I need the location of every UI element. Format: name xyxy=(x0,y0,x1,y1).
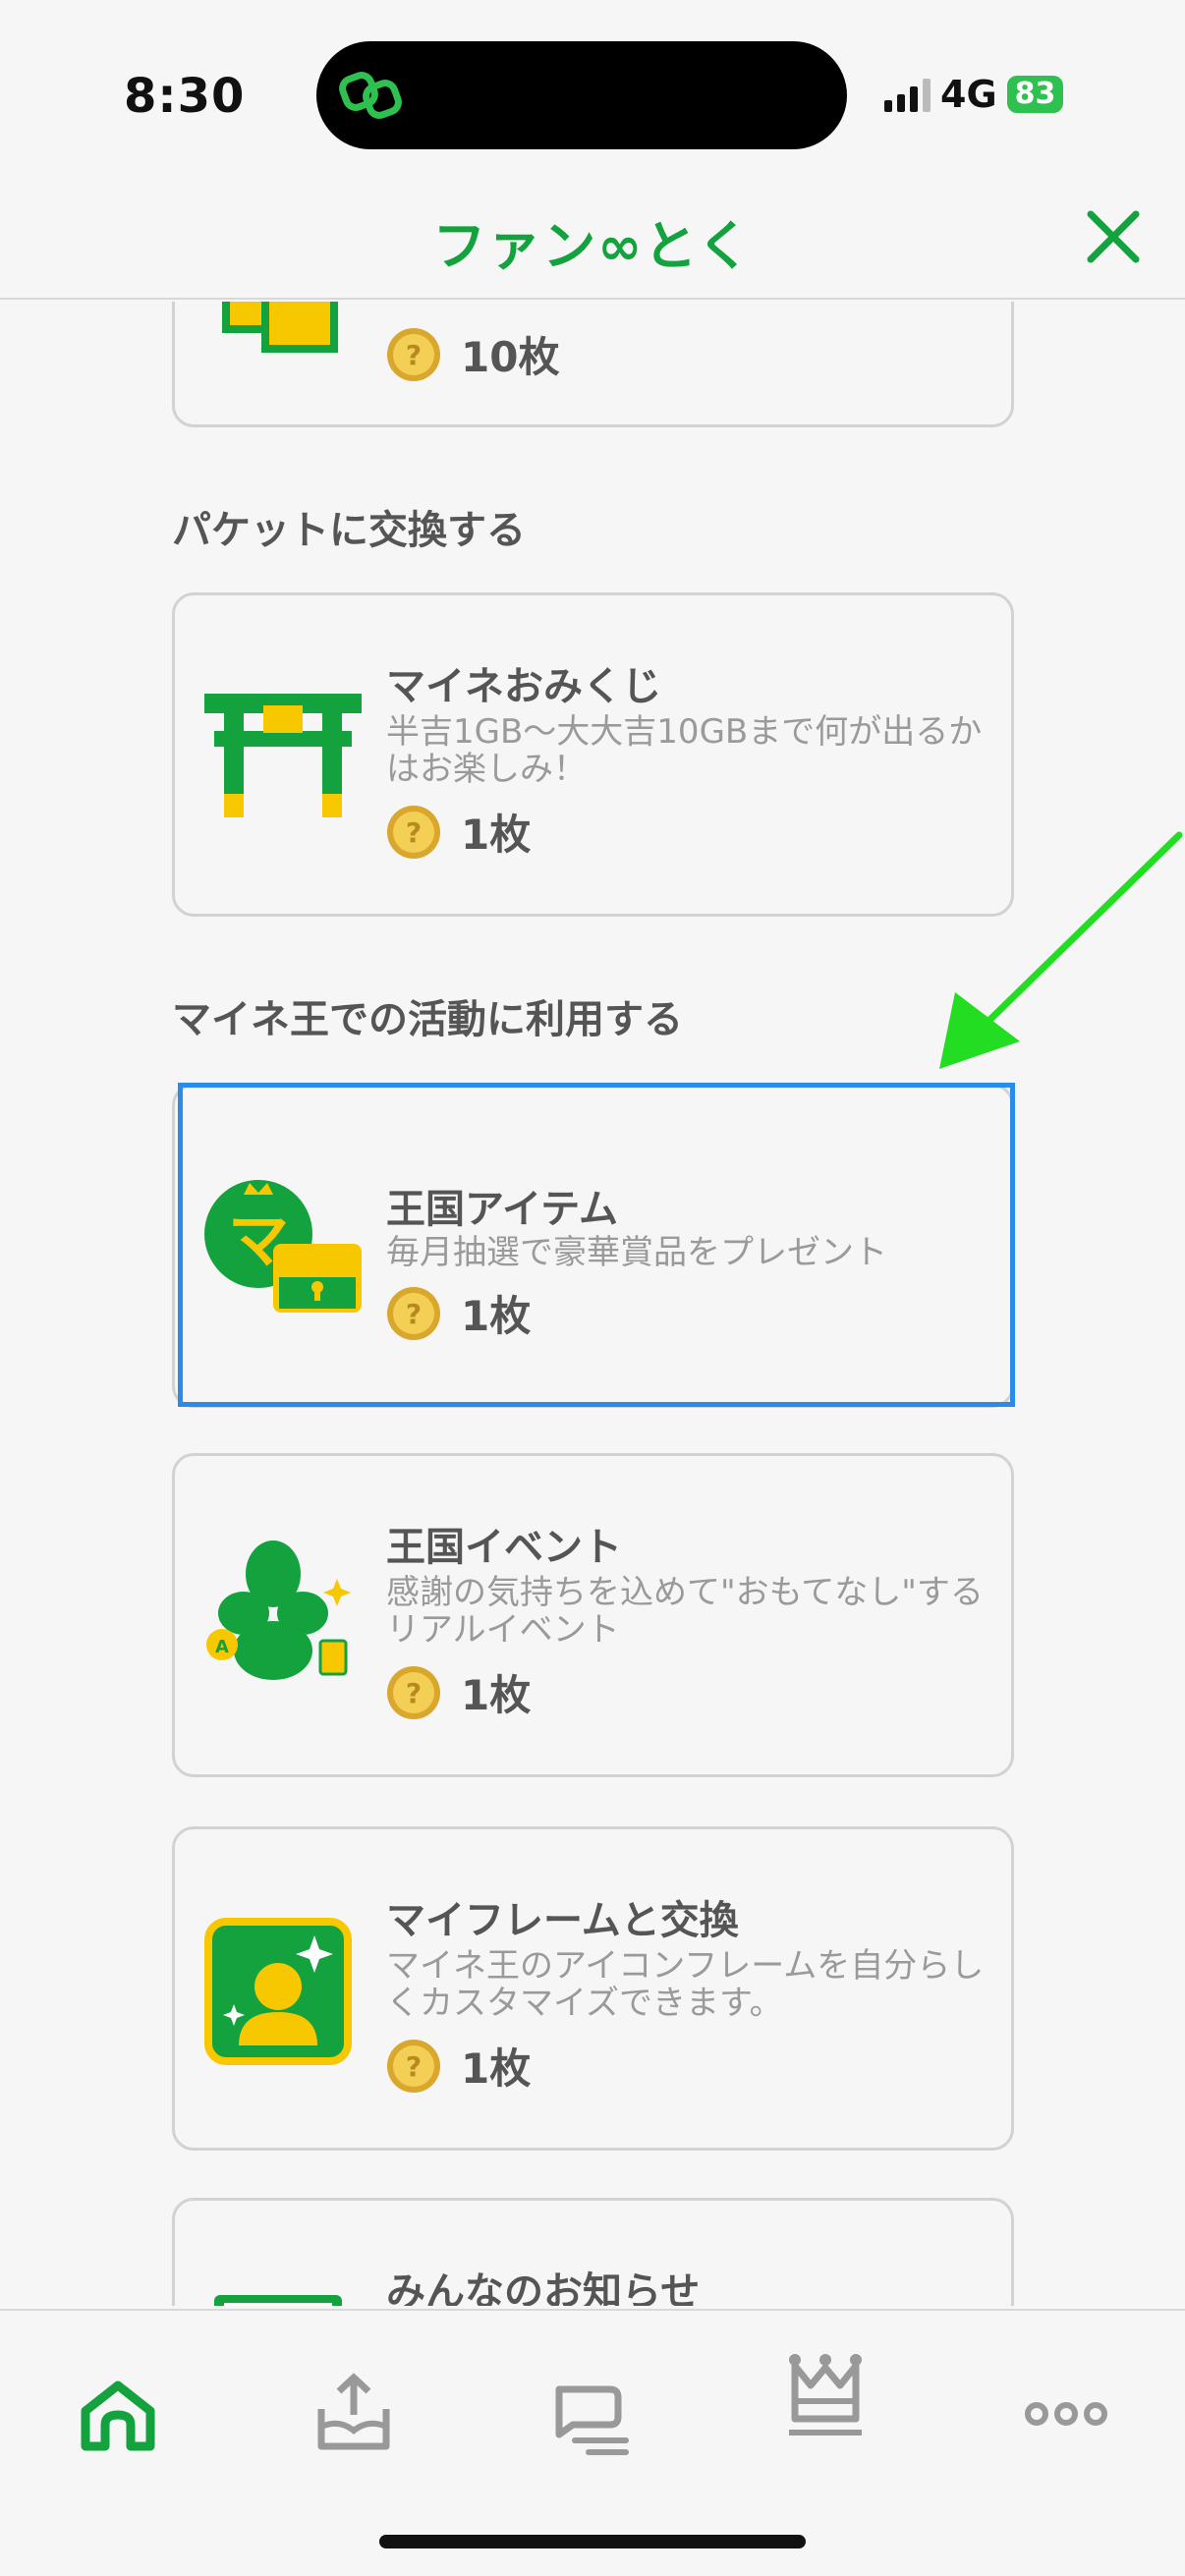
coin-icon: ? xyxy=(387,1665,440,1719)
network-label: 4G xyxy=(940,73,997,116)
coin-count: 10枚 xyxy=(461,333,560,381)
home-indicator xyxy=(379,2535,806,2548)
link-icon xyxy=(339,72,402,119)
status-time: 8:30 xyxy=(124,69,246,124)
svg-text:?: ? xyxy=(406,339,422,371)
card-title: マイフレームと交換 xyxy=(386,1898,739,1943)
card-my-frame[interactable]: マイフレームと交換 マイネ王のアイコンフレームを自分らしくカスタマイズできます。… xyxy=(172,1826,1014,2151)
status-bar: 8:30 4G 83 xyxy=(0,0,1185,177)
crown-icon[interactable] xyxy=(781,2350,870,2438)
news-board-icon xyxy=(214,2295,342,2306)
card-desc: 感謝の気持ちを込めて"おもてなし"するリアルイベント xyxy=(386,1573,984,1650)
more-icon[interactable] xyxy=(1022,2370,1110,2458)
svg-text:?: ? xyxy=(406,2050,422,2083)
card-news[interactable]: みんなのお知らせ xyxy=(172,2198,1014,2306)
card-title: みんなのお知らせ xyxy=(386,2269,701,2306)
section-title-packet: パケットに交換する xyxy=(172,508,526,553)
coin-row: ? 10枚 xyxy=(386,324,559,384)
card-title: 王国イベント xyxy=(386,1525,622,1570)
inbox-upload-icon[interactable] xyxy=(310,2370,398,2458)
coin-count: 1枚 xyxy=(461,2044,532,2093)
svg-text:A: A xyxy=(215,1637,229,1657)
status-indicators: 4G 83 xyxy=(884,73,1064,116)
coin-icon: ? xyxy=(387,2039,440,2093)
battery-badge: 83 xyxy=(1006,76,1064,113)
coin-count: 1枚 xyxy=(461,811,532,859)
section-title-activity: マイネ王での活動に利用する xyxy=(172,997,683,1042)
svg-text:?: ? xyxy=(406,816,422,849)
torii-gate-icon xyxy=(204,694,362,817)
dynamic-island xyxy=(316,41,847,149)
home-icon[interactable] xyxy=(74,2370,162,2458)
arrow-pointer-icon xyxy=(939,831,1183,1069)
card-desc: 半吉1GB〜大大吉10GBまで何が出るかはお楽しみ！ xyxy=(386,712,983,789)
header: ファン∞とく xyxy=(0,177,1185,300)
selection-highlight xyxy=(178,1083,1015,1407)
card-title: マイネおみくじ xyxy=(386,664,661,709)
coin-icon: ? xyxy=(387,327,440,381)
coin-row: ? 1枚 xyxy=(386,802,531,862)
coin-count: 1枚 xyxy=(461,1671,532,1719)
card-kingdom-event[interactable]: A 王国イベント 感謝の気持ちを込めて"おもてなし"するリアルイベント ? 1枚 xyxy=(172,1453,1014,1777)
mascot-rabbit-icon: A xyxy=(206,1540,351,1680)
coin-row: ? 1枚 xyxy=(386,1662,531,1722)
page-title: ファン∞とく xyxy=(432,215,753,277)
phone-device-icon xyxy=(222,302,338,353)
coin-row: ? 1枚 xyxy=(386,2036,531,2096)
profile-frame-icon xyxy=(204,1918,352,2065)
card-omikuji[interactable]: マイネおみくじ 半吉1GB〜大大吉10GBまで何が出るかはお楽しみ！ ? 1枚 xyxy=(172,592,1014,917)
svg-text:?: ? xyxy=(406,1677,422,1709)
coin-icon: ? xyxy=(387,805,440,859)
chat-icon[interactable] xyxy=(545,2370,634,2458)
close-icon[interactable] xyxy=(1081,204,1146,269)
card-partial-top[interactable]: ? 10枚 xyxy=(172,302,1014,427)
signal-icon xyxy=(884,77,931,112)
card-desc: マイネ王のアイコンフレームを自分らしくカスタマイズできます。 xyxy=(386,1946,985,2023)
